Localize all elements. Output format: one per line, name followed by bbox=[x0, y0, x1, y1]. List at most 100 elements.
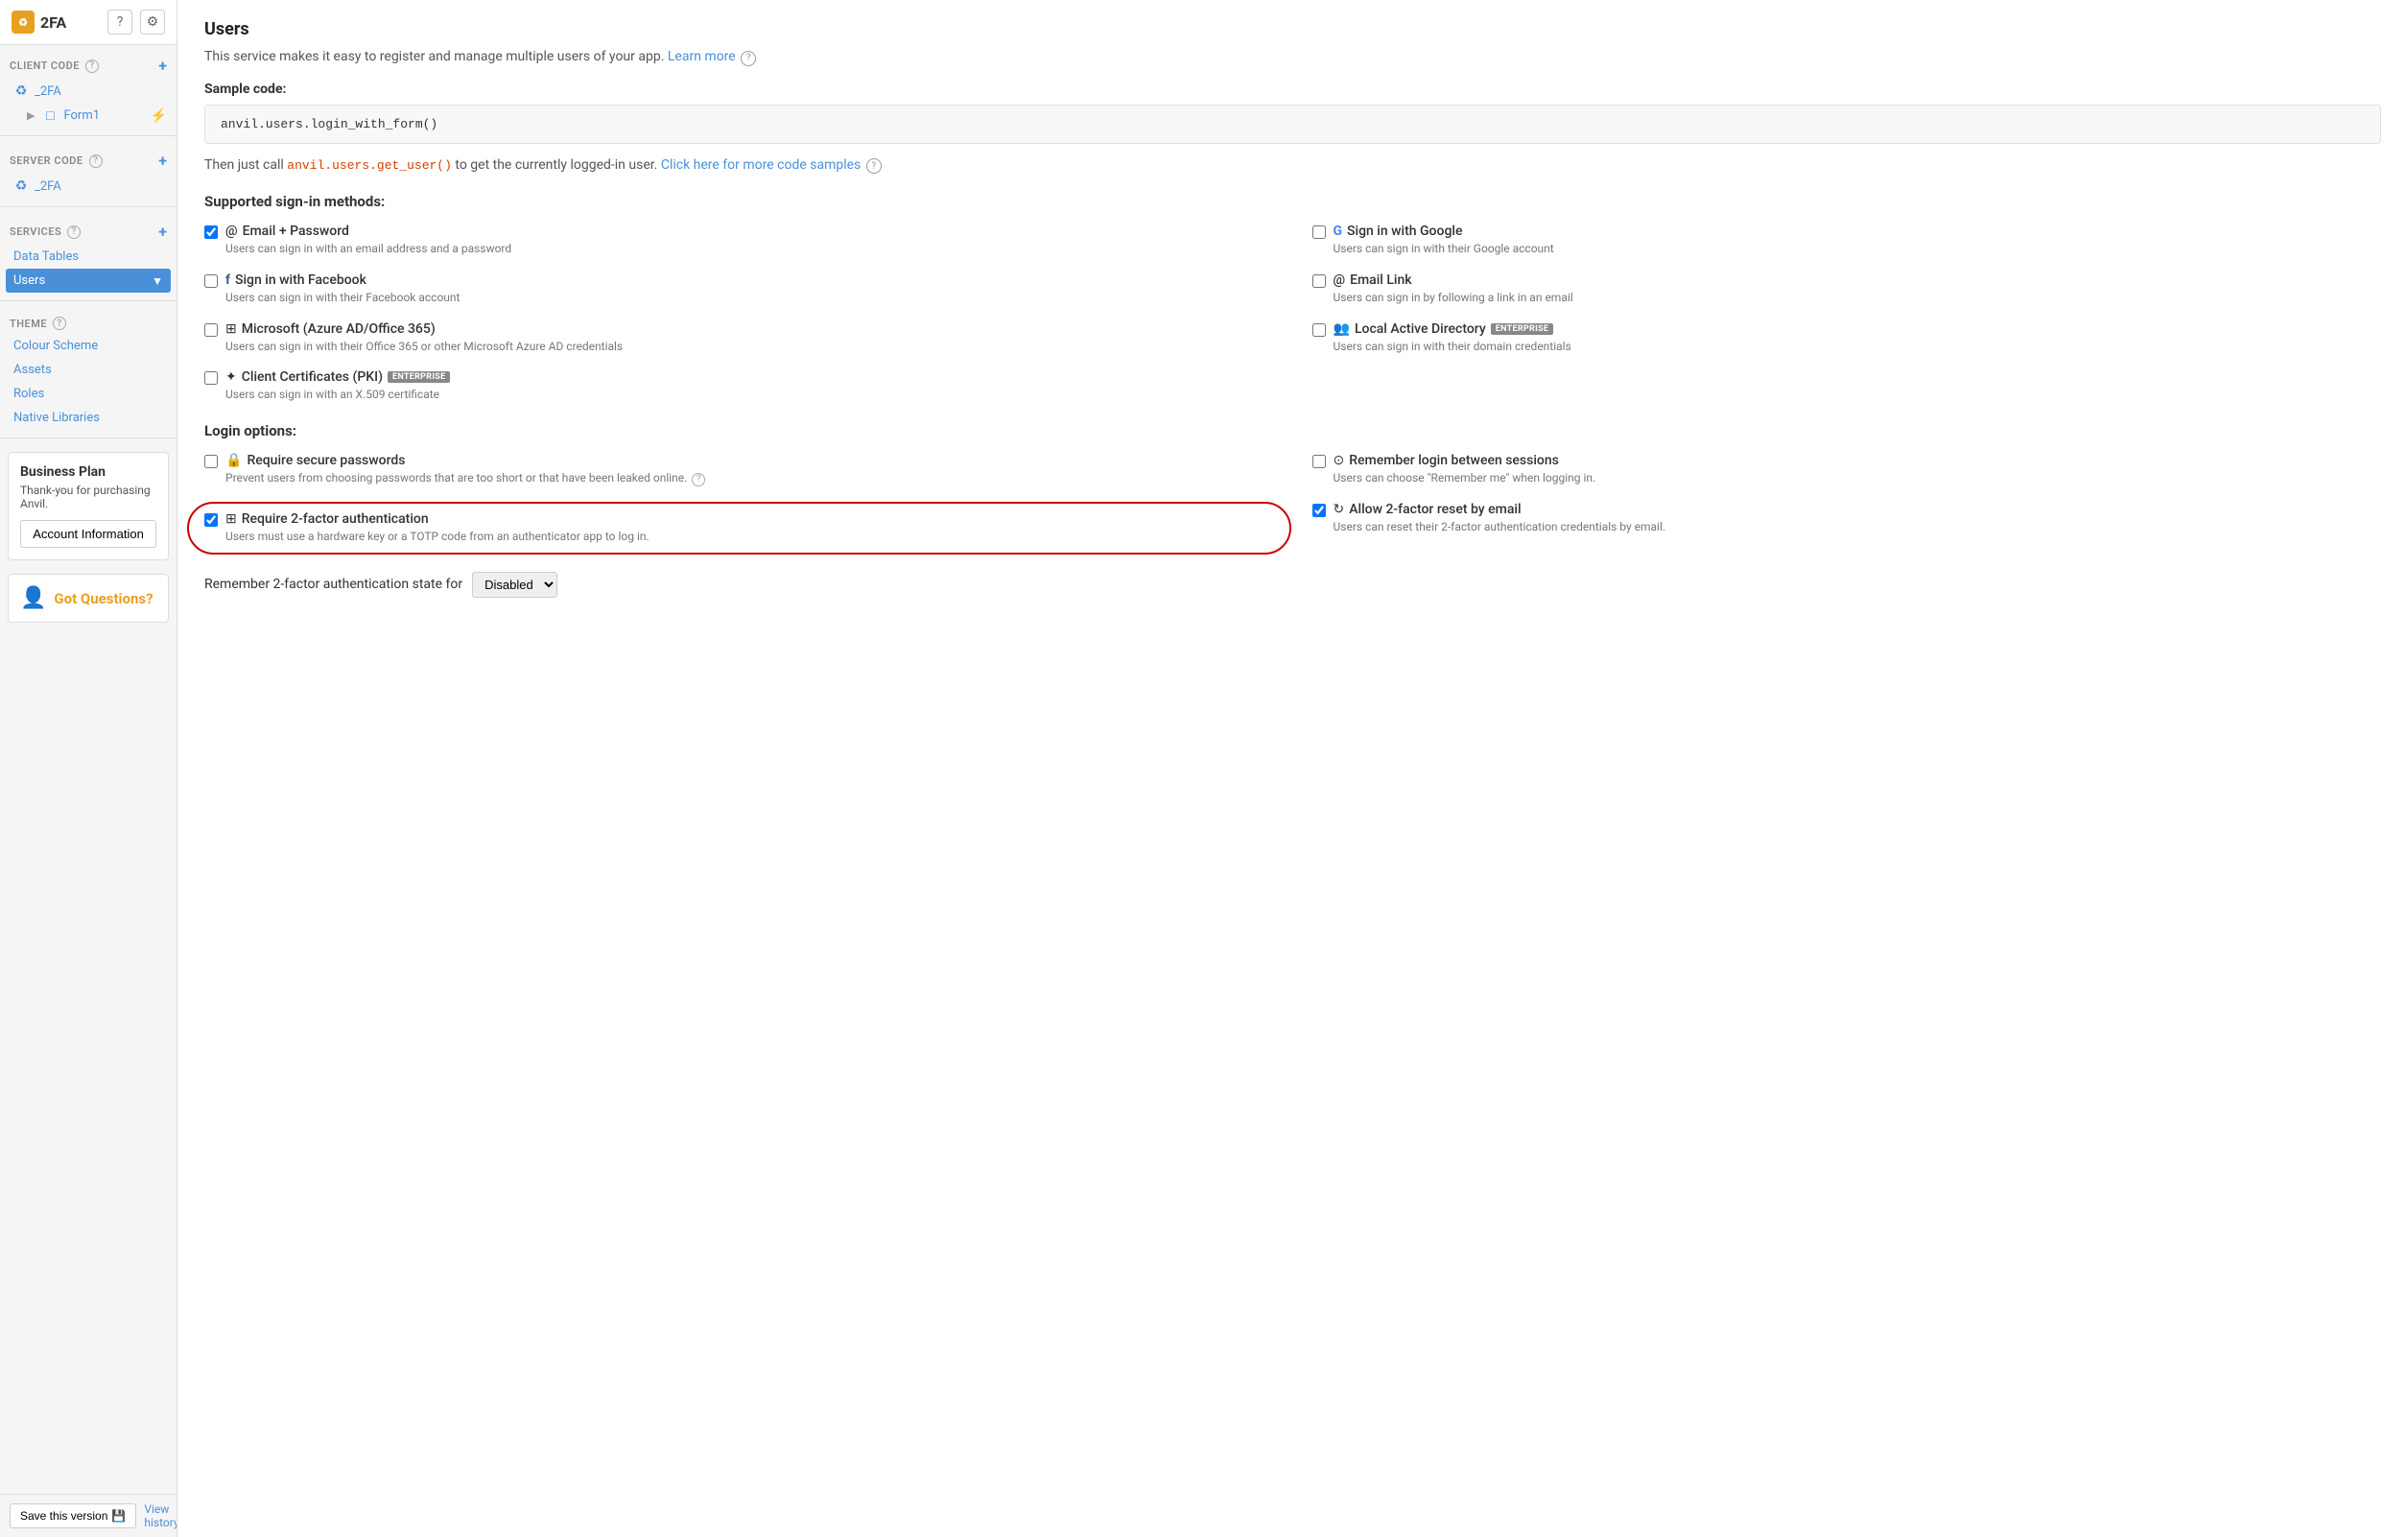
sidebar-item-users[interactable]: Users ▼ bbox=[6, 269, 171, 293]
client-certs-enterprise-badge: ENTERPRISE bbox=[388, 371, 451, 383]
server-code-header: SERVER CODE ? + bbox=[0, 148, 177, 174]
theme-header: THEME ? bbox=[0, 313, 177, 334]
option-allow-2fa-reset-checkbox[interactable] bbox=[1312, 504, 1326, 517]
option-allow-2fa-reset-title: ↻ Allow 2-factor reset by email bbox=[1334, 502, 2382, 517]
option-allow-2fa-reset-content: ↻ Allow 2-factor reset by email Users ca… bbox=[1334, 502, 2382, 535]
allow-2fa-reset-icon: ↻ bbox=[1334, 502, 1345, 517]
sidebar-item-server-2fa[interactable]: ♻ _2FA bbox=[0, 174, 177, 199]
client-code-header: CLIENT CODE ? + bbox=[0, 53, 177, 79]
server-code-help[interactable]: ? bbox=[89, 154, 103, 168]
help-button[interactable]: ? bbox=[107, 10, 132, 35]
email-link-icon: @ bbox=[1334, 272, 1346, 288]
method-local-ad-content: 👥 Local Active Directory ENTERPRISE User… bbox=[1334, 321, 2382, 355]
get-user-code: anvil.users.get_user() bbox=[287, 158, 452, 173]
client-2fa-icon: ♻ bbox=[13, 83, 29, 99]
sidebar-item-client-2fa[interactable]: ♻ _2FA bbox=[0, 79, 177, 104]
method-email-link-content: @ Email Link Users can sign in by follow… bbox=[1334, 272, 2382, 306]
business-plan-title: Business Plan bbox=[20, 464, 156, 480]
remember-login-icon: ⊙ bbox=[1334, 453, 1345, 468]
method-facebook: f Sign in with Facebook Users can sign i… bbox=[204, 272, 1274, 306]
option-require-2fa-desc: Users must use a hardware key or a TOTP … bbox=[225, 529, 1274, 545]
method-client-certs-checkbox[interactable] bbox=[204, 371, 218, 385]
code-samples-link[interactable]: Click here for more code samples bbox=[661, 157, 861, 173]
sidebar-item-roles[interactable]: Roles bbox=[0, 382, 177, 406]
logo-icon: ♻ bbox=[12, 11, 35, 34]
method-microsoft-title: ⊞ Microsoft (Azure AD/Office 365) bbox=[225, 321, 1274, 337]
client-code-label: CLIENT CODE ? bbox=[10, 59, 99, 73]
form1-icon: □ bbox=[42, 107, 58, 124]
option-require-2fa-title: ⊞ Require 2-factor authentication bbox=[225, 511, 1274, 527]
sidebar-item-assets[interactable]: Assets bbox=[0, 358, 177, 382]
form1-lightning-icon: ⚡ bbox=[151, 108, 167, 124]
method-microsoft-content: ⊞ Microsoft (Azure AD/Office 365) Users … bbox=[225, 321, 1274, 355]
save-version-button[interactable]: Save this version 💾 bbox=[10, 1503, 136, 1528]
theme-label: THEME ? bbox=[10, 317, 66, 330]
services-section: SERVICES ? + Data Tables Users ▼ bbox=[0, 211, 177, 296]
server-code-section: SERVER CODE ? + ♻ _2FA bbox=[0, 140, 177, 202]
option-remember-login-title: ⊙ Remember login between sessions bbox=[1334, 453, 2382, 468]
method-google: G Sign in with Google Users can sign in … bbox=[1312, 224, 2382, 257]
method-google-checkbox[interactable] bbox=[1312, 225, 1326, 239]
theme-help[interactable]: ? bbox=[53, 317, 66, 330]
form1-label: Form1 bbox=[63, 108, 100, 123]
method-facebook-checkbox[interactable] bbox=[204, 274, 218, 288]
users-label: Users bbox=[13, 273, 45, 288]
divider-3 bbox=[0, 300, 177, 301]
option-require-2fa-checkbox[interactable] bbox=[204, 513, 218, 527]
account-information-button[interactable]: Account Information bbox=[20, 520, 156, 548]
method-email-password-title: @ Email + Password bbox=[225, 224, 1274, 239]
method-local-ad: 👥 Local Active Directory ENTERPRISE User… bbox=[1312, 321, 2382, 355]
sample-code-label: Sample code: bbox=[204, 82, 2381, 97]
method-email-link-checkbox[interactable] bbox=[1312, 274, 1326, 288]
sidebar: ♻ 2FA ? ⚙ CLIENT CODE ? + ♻ _2FA ▶ □ For… bbox=[0, 0, 177, 1537]
method-google-desc: Users can sign in with their Google acco… bbox=[1334, 241, 2382, 257]
method-client-certs-desc: Users can sign in with an X.509 certific… bbox=[225, 387, 1274, 403]
method-google-title: G Sign in with Google bbox=[1334, 224, 2382, 239]
method-microsoft-desc: Users can sign in with their Office 365 … bbox=[225, 339, 1274, 355]
option-secure-passwords: 🔒 Require secure passwords Prevent users… bbox=[204, 453, 1274, 486]
services-add[interactable]: + bbox=[158, 223, 167, 241]
client-code-help[interactable]: ? bbox=[85, 59, 99, 73]
get-user-prefix: Then just call bbox=[204, 157, 284, 173]
code-samples-help[interactable]: ? bbox=[866, 158, 882, 174]
sidebar-item-data-tables[interactable]: Data Tables bbox=[0, 245, 177, 269]
services-help[interactable]: ? bbox=[67, 225, 81, 239]
method-email-password-desc: Users can sign in with an email address … bbox=[225, 241, 1274, 257]
services-header: SERVICES ? + bbox=[0, 219, 177, 245]
option-remember-login-checkbox[interactable] bbox=[1312, 455, 1326, 468]
option-remember-login-content: ⊙ Remember login between sessions Users … bbox=[1334, 453, 2382, 486]
page-title: Users bbox=[204, 19, 2381, 39]
method-local-ad-title: 👥 Local Active Directory ENTERPRISE bbox=[1334, 321, 2382, 337]
option-remember-login: ⊙ Remember login between sessions Users … bbox=[1312, 453, 2382, 486]
form1-chevron: ▶ bbox=[27, 109, 35, 122]
method-google-content: G Sign in with Google Users can sign in … bbox=[1334, 224, 2382, 257]
roles-label: Roles bbox=[13, 387, 44, 401]
sidebar-item-form1[interactable]: ▶ □ Form1 ⚡ bbox=[0, 104, 177, 128]
sidebar-item-colour-scheme[interactable]: Colour Scheme bbox=[0, 334, 177, 358]
divider-4 bbox=[0, 437, 177, 438]
server-code-label: SERVER CODE ? bbox=[10, 154, 103, 168]
sidebar-header: ♻ 2FA ? ⚙ bbox=[0, 0, 177, 45]
settings-button[interactable]: ⚙ bbox=[140, 10, 165, 35]
description-text: This service makes it easy to register a… bbox=[204, 49, 664, 64]
option-secure-passwords-checkbox[interactable] bbox=[204, 455, 218, 468]
method-local-ad-checkbox[interactable] bbox=[1312, 323, 1326, 337]
learn-more-help[interactable]: ? bbox=[741, 51, 756, 66]
option-remember-login-desc: Users can choose "Remember me" when logg… bbox=[1334, 470, 2382, 486]
secure-passwords-icon: 🔒 bbox=[225, 453, 242, 468]
remember-2fa-select[interactable]: Disabled 1 hour 1 day 1 week bbox=[472, 572, 557, 598]
server-code-add[interactable]: + bbox=[158, 152, 167, 170]
method-email-password-checkbox[interactable] bbox=[204, 225, 218, 239]
save-icon: 💾 bbox=[111, 1509, 126, 1523]
login-options-grid: 🔒 Require secure passwords Prevent users… bbox=[204, 453, 2381, 555]
method-microsoft-checkbox[interactable] bbox=[204, 323, 218, 337]
client-code-add[interactable]: + bbox=[158, 57, 167, 75]
learn-more-link[interactable]: Learn more bbox=[668, 49, 736, 64]
secure-passwords-help[interactable]: ? bbox=[692, 473, 705, 486]
server-2fa-label: _2FA bbox=[35, 179, 61, 194]
local-ad-icon: 👥 bbox=[1334, 321, 1350, 337]
sidebar-item-native-libraries[interactable]: Native Libraries bbox=[0, 406, 177, 430]
save-version-label: Save this version bbox=[20, 1509, 107, 1523]
view-history-link[interactable]: View history bbox=[144, 1502, 177, 1529]
method-email-link: @ Email Link Users can sign in by follow… bbox=[1312, 272, 2382, 306]
